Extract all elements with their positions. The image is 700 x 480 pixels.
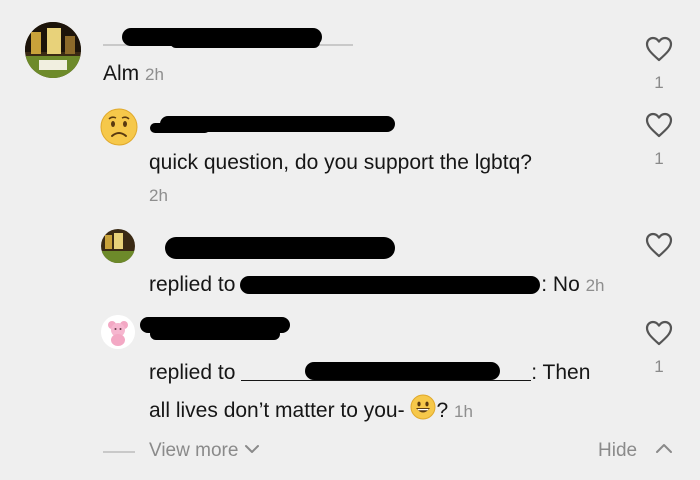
redaction <box>150 123 210 133</box>
chevron-up-icon <box>656 444 673 453</box>
replied-to-label: replied to <box>149 273 236 296</box>
comment-text: quick question, do you support the lgbtq… <box>149 151 532 174</box>
view-more-button[interactable]: View more <box>149 440 260 462</box>
username[interactable]: Alm <box>103 62 139 85</box>
redaction <box>305 362 500 380</box>
timestamp: 2h <box>149 186 168 205</box>
like-count: 1 <box>654 357 664 376</box>
timestamp: 2h <box>585 276 605 295</box>
timestamp: 2h <box>145 65 164 84</box>
redaction <box>240 276 540 294</box>
divider <box>103 451 135 453</box>
comment-line: all lives don’t matter to you- ? 1h <box>149 394 473 426</box>
redaction <box>170 36 320 48</box>
like-count: 1 <box>654 149 664 168</box>
reply-text-tail: ? <box>436 399 449 422</box>
heart-icon[interactable] <box>645 320 673 346</box>
chevron-down-icon <box>244 445 259 453</box>
redaction <box>150 328 280 340</box>
avatar[interactable] <box>101 315 135 349</box>
hide-button[interactable]: Hide <box>598 440 674 462</box>
comment-header: Alm 2h <box>103 62 164 86</box>
reply-text: : Then <box>531 361 591 384</box>
like-button[interactable] <box>645 232 673 263</box>
heart-icon[interactable] <box>645 36 673 62</box>
reply-text: : No <box>541 273 580 296</box>
replied-to-label: replied to <box>149 361 236 384</box>
avatar[interactable] <box>25 22 81 78</box>
timestamp: 1h <box>453 402 473 421</box>
like-button[interactable]: 1 <box>645 320 673 377</box>
grinning-face-emoji <box>410 394 436 420</box>
avatar[interactable] <box>101 229 135 263</box>
like-button[interactable]: 1 <box>645 36 673 93</box>
view-more-label: View more <box>149 440 239 461</box>
like-count: 1 <box>654 73 664 92</box>
like-button[interactable]: 1 <box>645 112 673 169</box>
redaction <box>165 237 395 259</box>
hide-label: Hide <box>598 440 638 461</box>
worried-face-emoji <box>100 108 138 146</box>
avatar[interactable] <box>100 108 138 146</box>
reply-text: all lives don’t matter to you- <box>149 399 405 422</box>
heart-icon[interactable] <box>645 232 673 258</box>
heart-icon[interactable] <box>645 112 673 138</box>
